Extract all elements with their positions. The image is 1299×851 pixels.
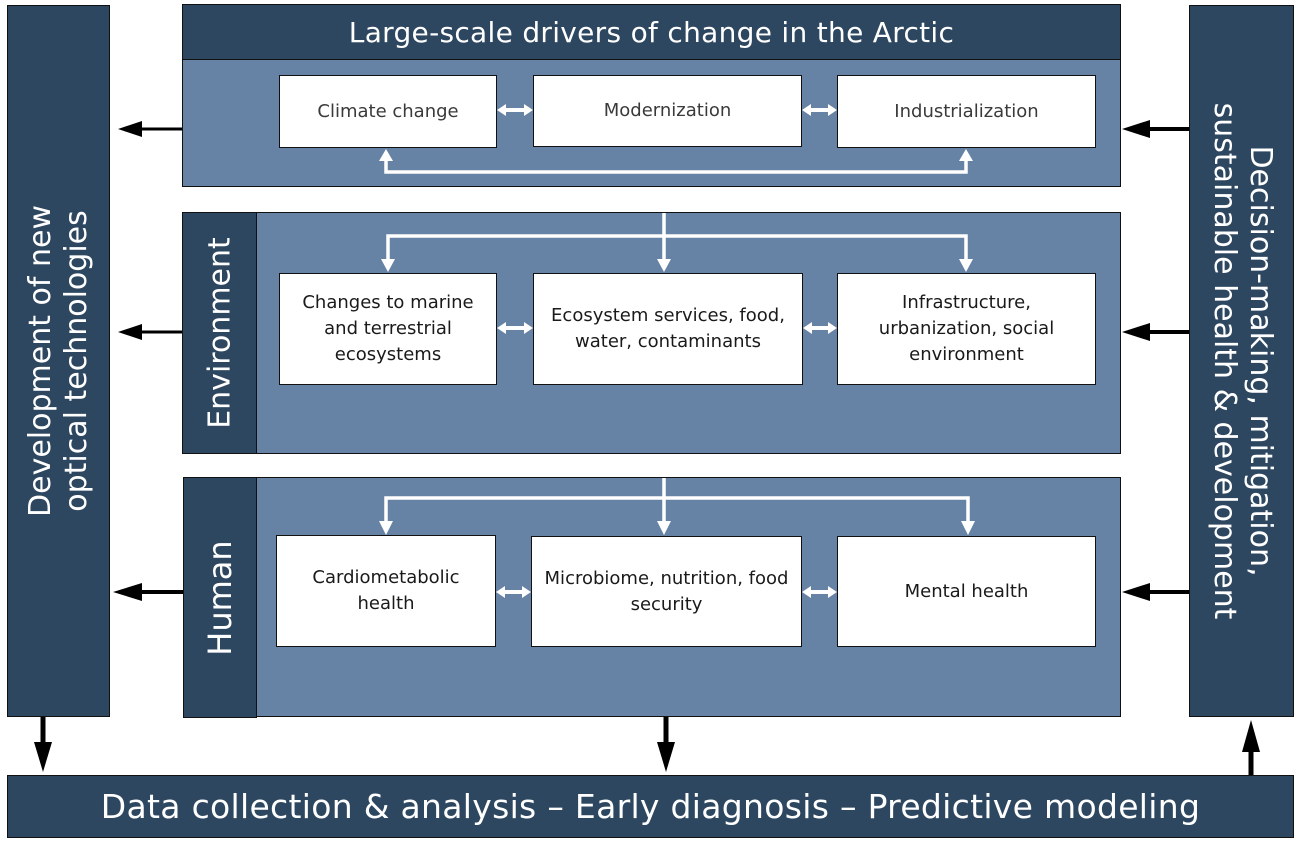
arrow-optical-to-data: [34, 717, 52, 772]
arrow-human-to-data: [657, 717, 675, 772]
environment-label-strip: Environment: [182, 212, 257, 454]
environment-box-label: Ecosystem services, food, water, contami…: [551, 305, 785, 352]
environment-box-ecosystem-services: Ecosystem services, food, water, contami…: [533, 273, 803, 385]
optical-technologies-line1: Development of new: [22, 205, 58, 517]
driver-box-climate-change: Climate change: [279, 75, 497, 148]
arrow-data-to-decision: [1242, 720, 1260, 775]
human-box-cardiometabolic: Cardiometabolic health: [276, 535, 496, 647]
arrow-environment-to-optical: [118, 324, 182, 340]
driver-box-modernization: Modernization: [533, 75, 802, 147]
driver-label: Modernization: [603, 100, 732, 121]
optical-technologies-panel: Development of new optical technologies: [7, 5, 110, 717]
environment-box-ecosystems: Changes to marine and terrestrial ecosys…: [279, 273, 497, 385]
drivers-header: Large-scale drivers of change in the Arc…: [182, 4, 1121, 60]
arrow-drivers-to-optical: [118, 121, 182, 137]
human-label-strip: Human: [183, 477, 257, 718]
human-label: Human: [201, 539, 239, 656]
human-box-label: Mental health: [904, 580, 1029, 602]
driver-label: Industrialization: [894, 100, 1039, 122]
bottom-bar-label: Data collection & analysis – Early diagn…: [100, 787, 1201, 826]
human-box-label: Cardiometabolic health: [312, 567, 460, 614]
optical-technologies-label: Development of new optical technologies: [23, 205, 95, 517]
bottom-bar: Data collection & analysis – Early diagn…: [7, 775, 1294, 838]
human-box-label: Microbiome, nutrition, food security: [544, 567, 789, 615]
driver-label: Climate change: [317, 100, 459, 122]
environment-box-label: Changes to marine and terrestrial ecosys…: [302, 292, 474, 365]
driver-box-industrialization: Industrialization: [837, 75, 1096, 148]
decision-making-line2: sustainable health & development: [1206, 102, 1242, 620]
optical-technologies-line2: optical technologies: [58, 210, 94, 512]
environment-box-label: Infrastructure, urbanization, social env…: [878, 292, 1055, 365]
arrow-human-to-optical: [113, 583, 183, 601]
arrow-decision-to-drivers: [1122, 120, 1189, 138]
decision-making-line1: Decision-making, mitigation,: [1242, 145, 1278, 577]
decision-making-panel: Decision-making, mitigation, sustainable…: [1189, 5, 1294, 717]
human-box-mental-health: Mental health: [837, 536, 1096, 647]
human-box-microbiome: Microbiome, nutrition, food security: [531, 536, 802, 647]
environment-box-infrastructure: Infrastructure, urbanization, social env…: [837, 273, 1096, 385]
arrow-decision-to-environment: [1122, 323, 1189, 341]
decision-making-label: Decision-making, mitigation, sustainable…: [1206, 103, 1278, 620]
arrow-decision-to-human: [1122, 583, 1189, 601]
drivers-title: Large-scale drivers of change in the Arc…: [348, 15, 955, 49]
environment-label: Environment: [202, 237, 237, 429]
